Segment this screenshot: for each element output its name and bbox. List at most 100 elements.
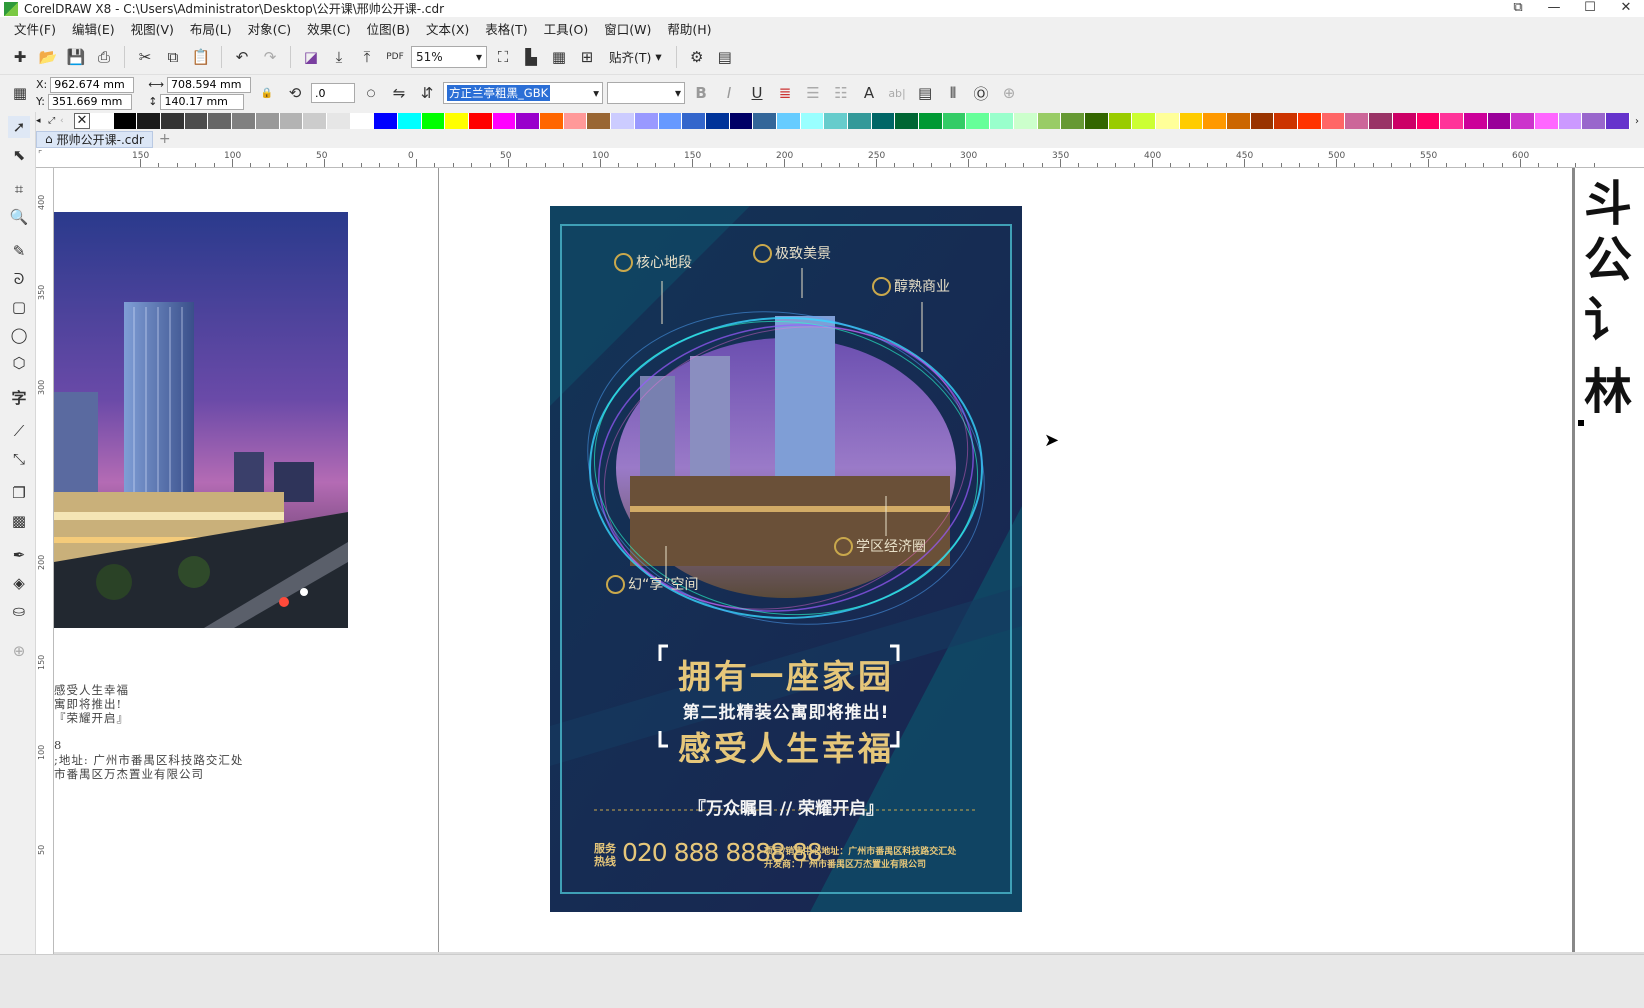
freehand-tool-icon[interactable]: ✎ (8, 240, 30, 262)
color-swatch[interactable] (113, 113, 138, 129)
color-swatch[interactable] (421, 113, 446, 129)
color-swatch[interactable] (516, 113, 541, 129)
side-text-line4[interactable]: 8 (54, 738, 62, 752)
y-position-input[interactable] (47, 93, 132, 110)
mirror-horizontal-icon[interactable]: ⇋ (387, 81, 411, 105)
menu-edit[interactable]: 编辑(E) (64, 19, 123, 38)
color-swatch[interactable] (161, 113, 185, 129)
search-content-icon[interactable]: ◪ (299, 45, 323, 69)
application-launcher-icon[interactable]: ▤ (713, 45, 737, 69)
drawing-canvas[interactable]: 感受人生幸福 寓即将推出! 『荣耀开启』 8 ;地址: 广州市番禺区科技路交汇处… (54, 168, 1644, 954)
pick-tool-icon[interactable]: ➚ (8, 116, 30, 138)
selection-handle[interactable] (1578, 420, 1584, 426)
bullet-list-icon[interactable]: ☰ (801, 81, 825, 105)
menu-text[interactable]: 文本(X) (418, 19, 477, 38)
menu-help[interactable]: 帮助(H) (659, 19, 719, 38)
color-swatch[interactable] (1511, 113, 1535, 129)
height-input[interactable] (160, 93, 245, 110)
horizontal-ruler[interactable]: ⌜ 150 100 50 0 50 100 150 200 250 300 350 400 450 500… (36, 148, 1644, 168)
ellipse-tool-icon[interactable]: ◯ (8, 324, 30, 346)
smart-fill-icon[interactable]: ⛀ (8, 600, 30, 622)
menu-table[interactable]: 表格(T) (477, 19, 535, 38)
drop-shadow-tool-icon[interactable]: ❐ (8, 482, 30, 504)
color-swatch[interactable] (184, 113, 209, 129)
polygon-tool-icon[interactable]: ⬡ (8, 352, 30, 374)
side-text-line3[interactable]: 『荣耀开启』 (54, 710, 129, 726)
color-swatch[interactable] (1274, 113, 1299, 129)
lock-ratio-icon[interactable]: 🔒 (255, 81, 279, 105)
right-glyph-4[interactable]: 林 (1584, 352, 1632, 422)
redo-icon[interactable]: ↷ (258, 45, 282, 69)
color-swatch[interactable] (540, 113, 564, 129)
rotation-input[interactable] (311, 83, 356, 103)
mirror-vertical-icon[interactable]: ⇵ (415, 81, 439, 105)
color-swatch[interactable] (919, 113, 943, 129)
color-swatch[interactable] (1440, 113, 1464, 129)
menu-view[interactable]: 视图(V) (123, 19, 182, 38)
eyedropper-tool-icon[interactable]: ✒ (8, 544, 30, 566)
color-swatch[interactable] (279, 113, 304, 129)
color-swatch[interactable] (1558, 113, 1583, 129)
color-swatch[interactable] (800, 113, 825, 129)
copy-icon[interactable]: ⧉ (161, 45, 185, 69)
color-swatch[interactable] (871, 113, 896, 129)
color-swatch[interactable] (1155, 113, 1180, 129)
document-tab[interactable]: ⌂ 邢帅公开课-.cdr (36, 130, 153, 148)
full-screen-icon[interactable]: ⛶ (491, 45, 515, 69)
vertical-ruler[interactable]: 400 350 300 200 150 100 50 (36, 168, 54, 954)
color-swatch[interactable] (1487, 113, 1512, 129)
color-swatch[interactable] (1037, 113, 1062, 129)
font-properties-icon[interactable]: A (857, 81, 881, 105)
color-swatch[interactable] (1250, 113, 1275, 129)
color-swatch[interactable] (895, 113, 920, 129)
color-swatch[interactable] (682, 113, 706, 129)
interactive-oa-icon[interactable]: Ⓞ (969, 81, 993, 105)
color-swatch[interactable] (1203, 113, 1227, 129)
shape-tool-icon[interactable]: ⬉ (8, 144, 30, 166)
crop-tool-icon[interactable]: ⌗ (8, 178, 30, 200)
x-position-input[interactable] (50, 76, 135, 93)
width-input[interactable] (167, 76, 252, 93)
connector-tool-icon[interactable]: ⤡ (8, 448, 30, 470)
color-swatch[interactable] (445, 113, 469, 129)
color-swatch[interactable] (966, 113, 991, 129)
color-swatch[interactable] (1013, 113, 1038, 129)
color-swatch[interactable] (374, 113, 398, 129)
open-folder-icon[interactable]: 📂 (36, 45, 60, 69)
dimension-tool-icon[interactable]: ⟋ (8, 420, 30, 442)
color-swatch[interactable] (326, 113, 351, 129)
italic-icon[interactable]: I (717, 81, 741, 105)
color-swatch[interactable] (1227, 113, 1251, 129)
artistic-media-icon[interactable]: ᘐ (8, 268, 30, 290)
bold-icon[interactable]: B (689, 81, 713, 105)
font-family-select[interactable]: 方正兰亭粗黑_GBK ▾ (443, 82, 604, 104)
color-swatch[interactable] (1084, 113, 1109, 129)
add-tool-icon[interactable]: ⊕ (8, 640, 30, 662)
text-align-icon[interactable]: ≣ (773, 81, 797, 105)
reference-photo[interactable] (54, 212, 348, 628)
color-swatch[interactable] (1534, 113, 1559, 129)
palette-prev-icon[interactable]: ‹ (60, 116, 74, 126)
color-swatch[interactable] (634, 113, 659, 129)
menu-layout[interactable]: 布局(L) (182, 19, 240, 38)
import-icon[interactable]: ⤓ (327, 45, 351, 69)
minimize-button[interactable]: — (1536, 0, 1572, 17)
close-button[interactable]: ✕ (1608, 0, 1644, 17)
options-gear-icon[interactable]: ⚙ (685, 45, 709, 69)
export-icon[interactable]: ⤒ (355, 45, 379, 69)
color-swatch[interactable] (753, 113, 777, 129)
color-swatch[interactable] (1061, 113, 1085, 129)
color-swatch[interactable] (1392, 113, 1417, 129)
vertical-text-icon[interactable]: ⫴ (941, 81, 965, 105)
horizontal-text-icon[interactable]: ▤ (913, 81, 937, 105)
interactive-fill-icon[interactable]: ◈ (8, 572, 30, 594)
color-swatch[interactable] (1369, 113, 1393, 129)
color-swatch[interactable] (942, 113, 967, 129)
color-swatch[interactable] (1321, 113, 1346, 129)
palette-expand-icon[interactable]: ⤢ (48, 116, 60, 126)
account-icon[interactable]: ⧉ (1500, 0, 1536, 17)
color-swatch[interactable] (255, 113, 280, 129)
new-tab-icon[interactable]: + (159, 131, 171, 147)
color-swatch[interactable] (990, 113, 1014, 129)
color-swatch[interactable] (563, 113, 588, 129)
